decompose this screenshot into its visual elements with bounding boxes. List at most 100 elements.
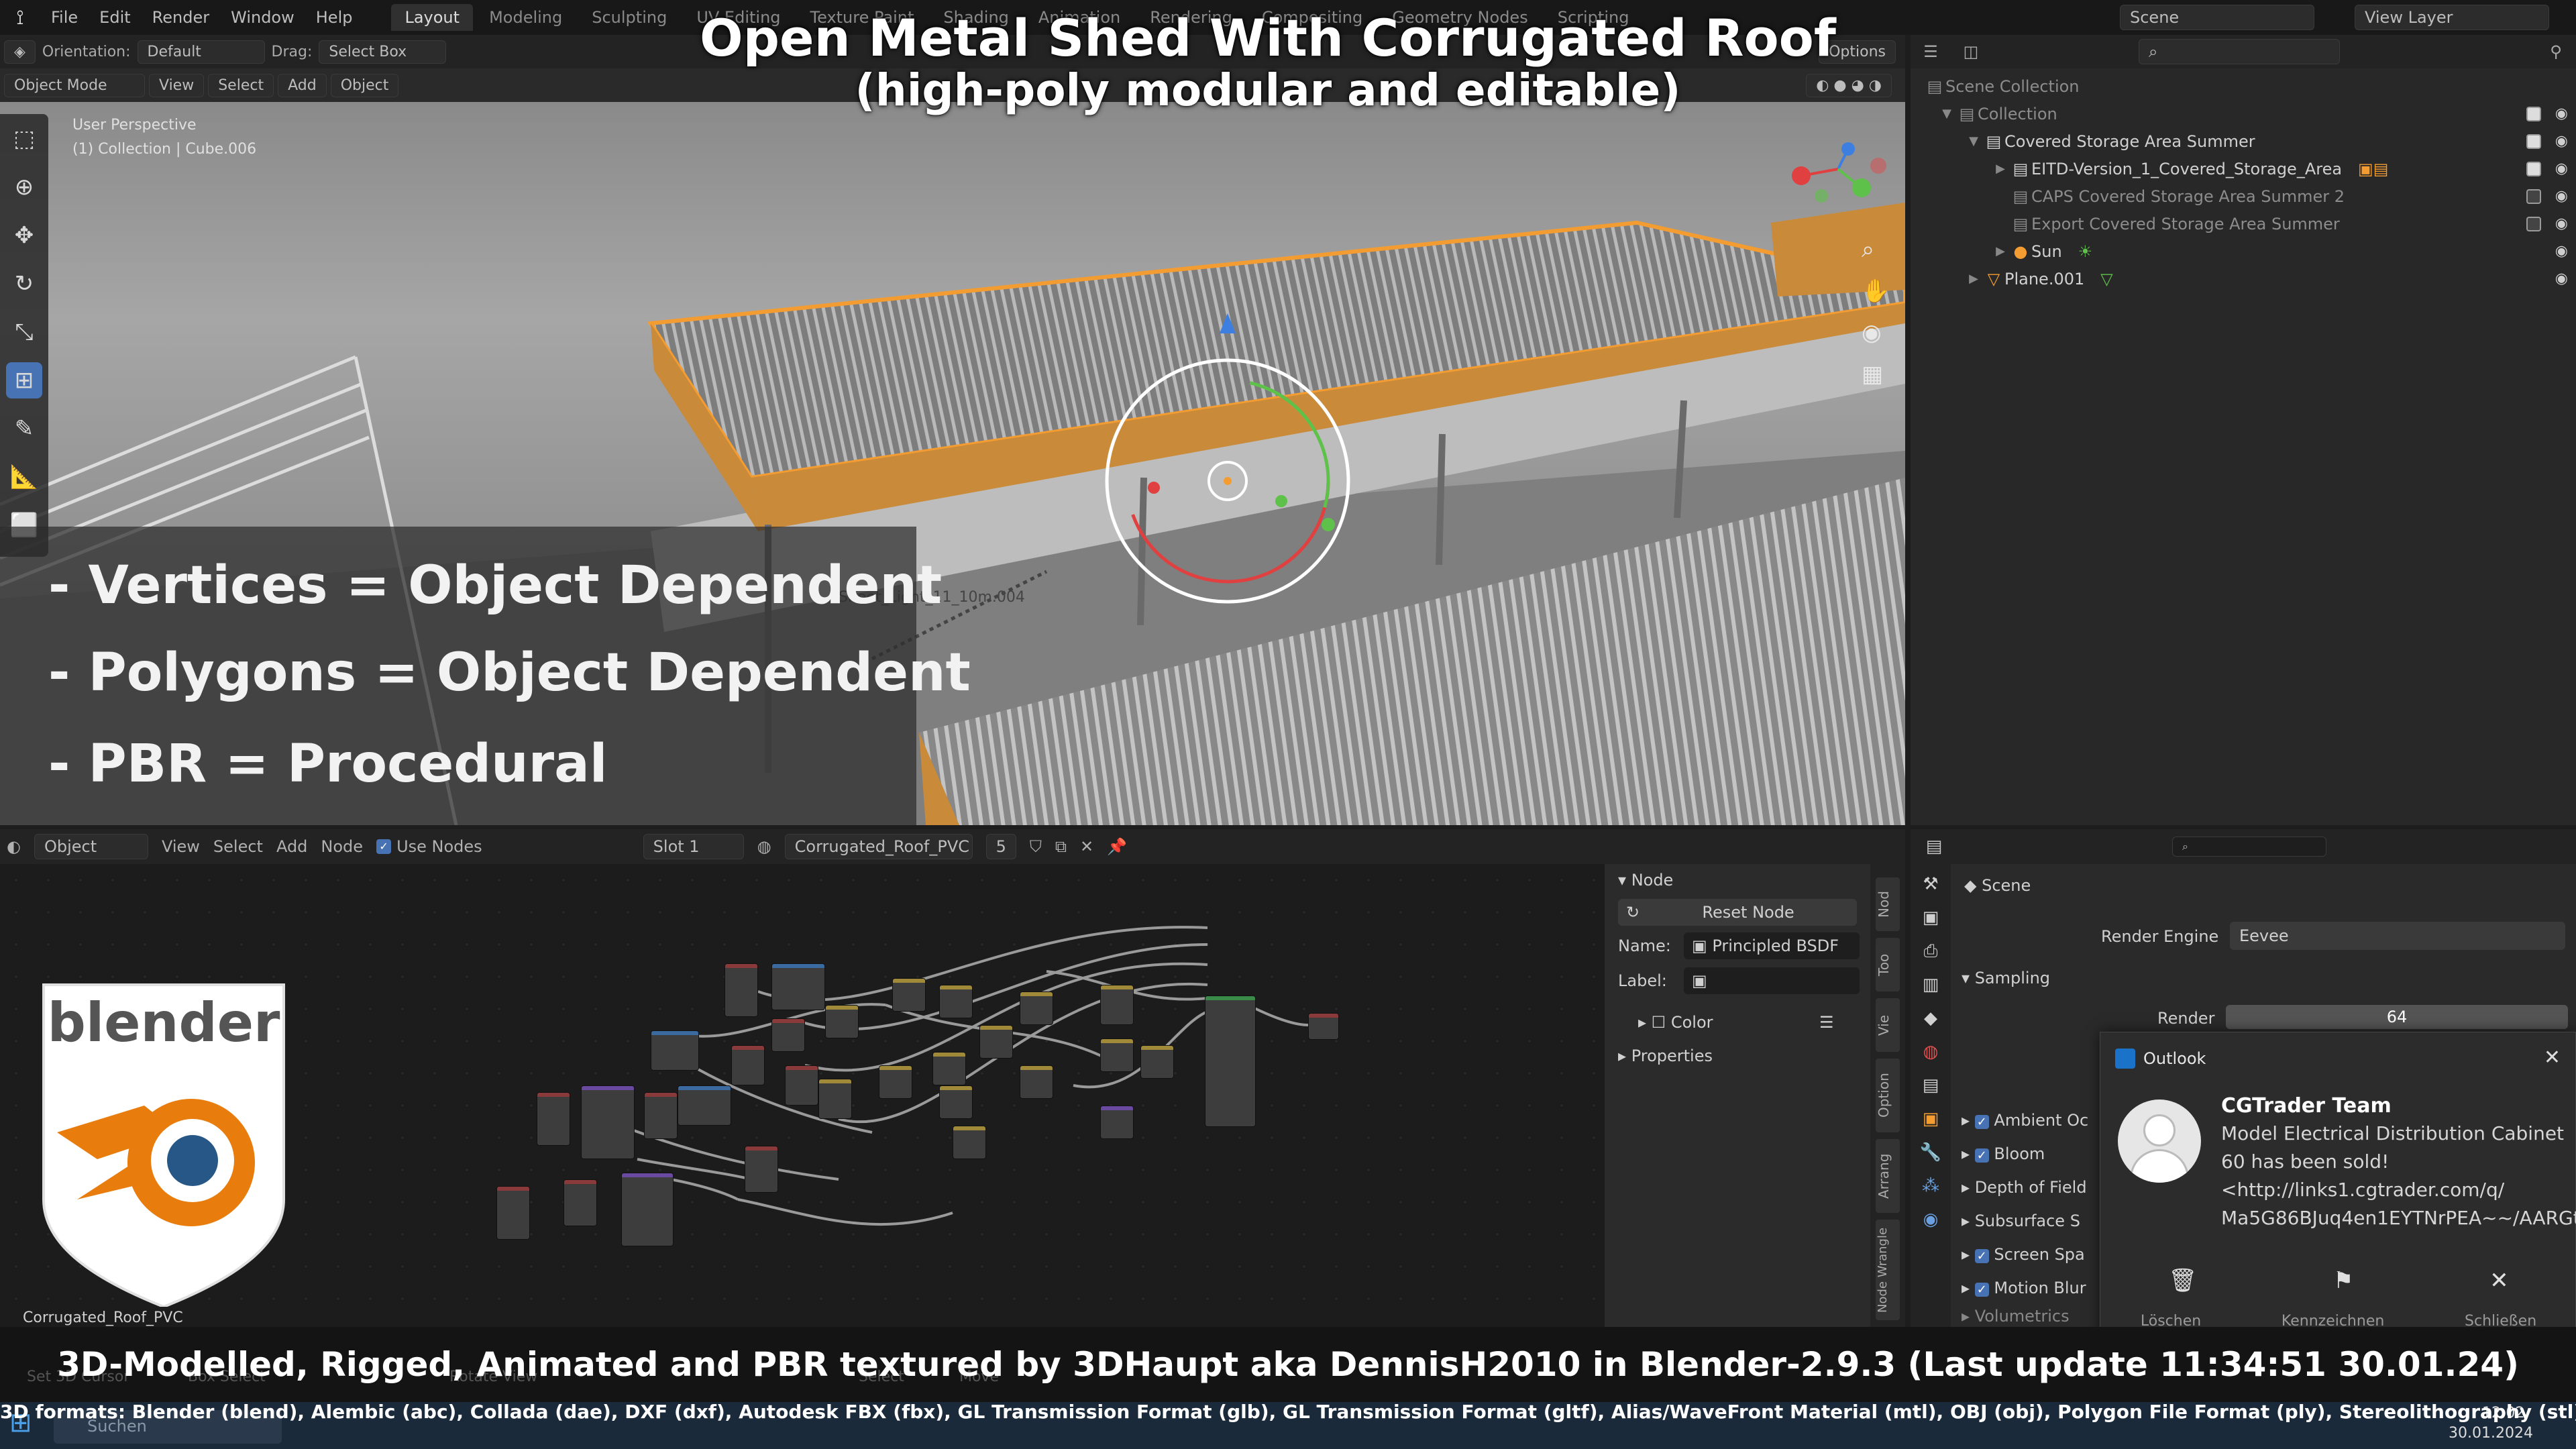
3d-cursor-icon[interactable]: ⊕ [6,169,42,205]
exclude-checkbox[interactable] [2526,133,2541,149]
effect-ambient-occlusion[interactable]: ▸ ✓ Ambient Oc [1962,1111,2088,1130]
effect-subsurface[interactable]: ▸ Subsurface S [1962,1212,2080,1230]
annotate-icon[interactable]: ✎ [6,411,42,447]
dismiss-icon[interactable]: ✕ [2489,1267,2509,1294]
checkbox-icon[interactable]: ✓ [1974,1148,1989,1163]
scene-collection-row[interactable]: ▤ Scene Collection [1911,72,2576,100]
effect-screen-space[interactable]: ▸ ✓ Screen Spa [1962,1245,2085,1264]
render-icon[interactable]: ▣ [1917,904,1944,931]
tab-tool[interactable]: Too [1876,938,1900,991]
node[interactable] [1100,1038,1134,1072]
properties-search-icon[interactable]: ⌕ [2172,837,2326,857]
render-samples-field[interactable]: 64 [2226,1005,2568,1029]
shader-type-dropdown[interactable]: Object [34,834,148,859]
node[interactable] [785,1065,818,1106]
node[interactable] [745,1146,778,1193]
world-icon[interactable]: ◍ [1917,1038,1944,1065]
node[interactable] [932,1052,966,1085]
visibility-eye-icon[interactable]: ◉ [2555,105,2568,122]
node[interactable] [496,1186,530,1240]
render-engine-dropdown[interactable]: Eevee [2230,922,2565,950]
node[interactable] [939,1085,973,1119]
use-nodes-toggle[interactable]: ✓ Use Nodes [376,837,482,856]
exclude-checkbox[interactable] [2526,189,2541,204]
scene-icon[interactable]: ◆ [1917,1005,1944,1032]
node[interactable] [731,1045,765,1085]
outliner-row-caps[interactable]: ▤ CAPS Covered Storage Area Summer 2 ◉ [1911,182,2576,210]
node[interactable] [771,963,825,1010]
tab-arrange[interactable]: Arrang [1876,1139,1900,1213]
camera-icon[interactable]: ◉ [1862,319,1890,346]
effect-motion-blur[interactable]: ▸ ✓ Motion Blur [1962,1279,2086,1297]
node[interactable] [651,1030,699,1071]
effect-volumetrics[interactable]: ▸ Volumetrics [1962,1307,2070,1326]
delete-trash-icon[interactable]: 🗑 [2168,1267,2197,1294]
modifier-wrench-icon[interactable]: 🔧 [1917,1139,1944,1166]
visibility-eye-icon[interactable]: ◉ [2555,215,2568,232]
node-section-header[interactable]: ▾ Node [1618,871,1673,890]
pan-hand-icon[interactable]: ✋ [1862,278,1890,305]
node[interactable] [1100,985,1134,1025]
outliner-row-collection[interactable]: ▼ ▤ Collection ◉ [1911,100,2576,127]
node[interactable] [953,1126,986,1159]
principled-bsdf-node[interactable] [1205,996,1256,1127]
outliner-row-sun[interactable]: ▶ ● Sun ☀ ◉ [1911,237,2576,265]
node[interactable] [818,1079,852,1119]
list-icon[interactable]: ☰ [1819,1013,1834,1032]
menu-view[interactable]: View [162,837,200,856]
material-users-count[interactable]: 5 [985,834,1016,859]
chevron-down-icon[interactable]: ▼ [1964,134,1983,148]
node[interactable] [892,978,926,1012]
node[interactable] [1140,1045,1174,1079]
node[interactable] [621,1173,674,1246]
filter-icon[interactable]: ⚲ [2536,42,2576,61]
node[interactable] [825,1005,859,1038]
tab-node[interactable]: Nod [1876,877,1900,931]
zoom-icon[interactable]: ⌕ [1862,236,1890,263]
node[interactable] [979,1025,1013,1059]
outliner-search-icon[interactable]: ⌕ [2139,39,2340,64]
name-field[interactable]: ▣ Principled BSDF [1684,932,1860,959]
material-name-field[interactable]: Corrugated_Roof_PVC [784,834,973,859]
measure-icon[interactable]: 📐 [6,459,42,495]
visibility-eye-icon[interactable]: ◉ [2555,243,2568,260]
outlook-notification[interactable]: Outlook ✕ CGTrader Team Model Electrical… [2100,1032,2576,1340]
output-icon[interactable]: ⎙ [1917,938,1944,965]
rotate-icon[interactable]: ↻ [6,266,42,302]
collection-icon[interactable]: ▤ [1917,1072,1944,1099]
scale-icon[interactable]: ⤡ [6,314,42,350]
tool-icon[interactable]: ⚒ [1917,871,1944,898]
fake-user-shield-icon[interactable]: ⛉ [1030,837,1042,856]
outliner-row-export[interactable]: ▤ Export Covered Storage Area Summer ◉ [1911,210,2576,237]
effect-bloom[interactable]: ▸ ✓ Bloom [1962,1144,2045,1163]
exclude-checkbox[interactable] [2526,106,2541,121]
color-row[interactable]: ▸ ☐ Color [1638,1013,1713,1032]
checkbox-icon[interactable]: ✓ [1974,1115,1989,1129]
effect-depth-of-field[interactable]: ▸ Depth of Field [1962,1178,2087,1197]
visibility-eye-icon[interactable]: ◉ [2555,270,2568,287]
flag-icon[interactable]: ⚑ [2333,1267,2353,1294]
editor-type-icon[interactable]: ▤ [1911,837,1957,857]
node[interactable] [564,1179,597,1226]
outliner-row-covered-storage[interactable]: ▼ ▤ Covered Storage Area Summer ◉ [1911,127,2576,155]
exclude-checkbox[interactable] [2526,161,2541,176]
chevron-right-icon[interactable]: ▶ [1991,244,2010,258]
view-layer-icon[interactable]: ▥ [1917,971,1944,998]
display-mode-icon[interactable]: ◫ [1951,42,1991,61]
unlink-material-icon[interactable]: ✕ [1080,837,1093,856]
menu-select[interactable]: Select [213,837,263,856]
slot-dropdown[interactable]: Slot 1 [643,834,744,859]
visibility-eye-icon[interactable]: ◉ [2555,188,2568,205]
checkbox-icon[interactable]: ✓ [1974,1249,1989,1263]
move-icon[interactable]: ✥ [6,217,42,254]
tab-options[interactable]: Option [1876,1059,1900,1132]
material-output-node[interactable] [1308,1013,1339,1040]
node[interactable] [1020,991,1053,1025]
outliner-row-eitd[interactable]: ▶ ▤ EITD-Version_1_Covered_Storage_Area … [1911,155,2576,182]
checkbox-icon[interactable]: ✓ [1974,1283,1989,1297]
select-cursor-icon[interactable]: ⬚ [6,121,42,157]
node[interactable] [1100,1106,1134,1139]
visibility-eye-icon[interactable]: ◉ [2555,160,2568,177]
node[interactable] [939,985,973,1018]
node[interactable] [771,1018,805,1052]
